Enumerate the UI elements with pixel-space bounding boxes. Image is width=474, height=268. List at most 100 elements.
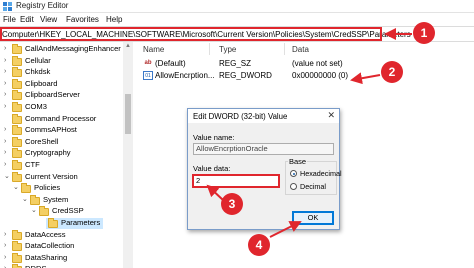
column-header-data[interactable]: Data (292, 45, 309, 54)
chevron-down-icon[interactable]: ⌄ (22, 196, 28, 204)
folder-icon (21, 183, 31, 194)
chevron-down-icon[interactable]: ⌄ (31, 207, 37, 215)
value-name: (Default) (155, 59, 186, 68)
title-bar: Registry Editor (0, 0, 474, 13)
tree-item[interactable]: › DataSharing (0, 252, 123, 264)
hexadecimal-label[interactable]: Hexadecimal (300, 169, 342, 178)
tree-item-label: Parameters (61, 218, 101, 227)
tree-item[interactable]: › Clipboard (0, 78, 123, 90)
tree-item[interactable]: › DataAccess (0, 229, 123, 241)
chevron-right-icon[interactable]: › (4, 231, 10, 239)
tree-item-label: CallAndMessagingEnhancer (25, 44, 121, 53)
menu-view[interactable]: View (40, 15, 57, 24)
folder-icon (12, 90, 22, 101)
chevron-right-icon[interactable]: › (4, 149, 10, 157)
chevron-right-icon[interactable]: › (4, 242, 10, 250)
decimal-radio[interactable] (290, 183, 297, 190)
folder-icon (12, 148, 22, 159)
tree-item[interactable]: Parameters (0, 218, 123, 229)
tree-item[interactable]: › Chkdsk (0, 67, 123, 78)
tree-item[interactable]: Command Processor (0, 113, 123, 125)
hexadecimal-radio[interactable] (290, 170, 297, 177)
tree-item-label: DataSharing (25, 252, 68, 262)
column-divider[interactable] (209, 43, 210, 55)
close-icon[interactable]: ✕ (327, 110, 335, 121)
address-highlight-box (0, 27, 382, 41)
tree-item[interactable]: › Cryptography (0, 148, 123, 159)
dialog-title: Edit DWORD (32-bit) Value (193, 112, 288, 121)
folder-icon (12, 78, 22, 89)
folder-icon (12, 252, 22, 263)
tree-scrollbar[interactable]: ▲ (123, 42, 133, 268)
folder-icon (12, 125, 22, 136)
tree-item-label: Cellular (25, 55, 51, 65)
base-label: Base (288, 157, 308, 166)
menu-edit[interactable]: Edit (20, 15, 34, 24)
scroll-up-icon[interactable]: ▲ (125, 43, 131, 49)
tree-item[interactable]: › ClipboardServer (0, 90, 123, 101)
column-header-type[interactable]: Type (219, 45, 236, 54)
chevron-right-icon[interactable]: › (4, 138, 10, 146)
tree-item[interactable]: ⌄ Current Version (0, 171, 123, 183)
chevron-right-icon[interactable]: › (4, 68, 10, 76)
folder-icon (12, 171, 22, 182)
folder-icon (12, 44, 22, 54)
ok-button[interactable]: OK (292, 211, 334, 225)
tree-item-label: ClipboardServer (25, 90, 80, 100)
value-type: REG_SZ (219, 59, 252, 68)
chevron-right-icon[interactable]: › (4, 103, 10, 111)
key-tree[interactable]: › CallAndMessagingEnhancer › Cellular › Chkds… (0, 42, 133, 268)
tree-item[interactable]: ⌄ Policies (0, 183, 123, 194)
tree-item-label: CredSSP (52, 206, 84, 216)
value-type: REG_DWORD (219, 71, 272, 80)
chevron-right-icon[interactable]: › (4, 126, 10, 134)
folder-icon (12, 102, 22, 112)
column-divider[interactable] (284, 43, 285, 55)
tree-item[interactable]: › Cellular (0, 55, 123, 67)
chevron-right-icon[interactable]: › (4, 45, 10, 53)
chevron-right-icon[interactable]: › (4, 80, 10, 88)
tree-item-label: Clipboard (25, 78, 58, 88)
tree-item-label: COM3 (25, 102, 47, 111)
chevron-right-icon[interactable]: › (4, 161, 10, 169)
menu-bar: File Edit View Favorites Help (0, 13, 474, 26)
tree-item[interactable]: ⌄ System (0, 194, 123, 206)
folder-icon (12, 136, 22, 147)
tree-item[interactable]: › DataCollection (0, 241, 123, 252)
value-name-label: Value name: (193, 133, 235, 142)
tree-item-label: CommsAPHost (25, 125, 77, 135)
chevron-down-icon[interactable]: ⌄ (4, 173, 10, 181)
tree-item-label: Chkdsk (25, 67, 51, 77)
tree-item-label: CTF (25, 160, 40, 169)
folder-icon (12, 67, 22, 78)
menu-favorites[interactable]: Favorites (66, 15, 99, 24)
menu-file[interactable]: File (3, 15, 16, 24)
folder-icon (12, 113, 22, 124)
tree-item[interactable]: › CoreShell (0, 136, 123, 148)
folder-icon (12, 160, 22, 170)
value-data: 0x00000000 (0) (292, 71, 349, 80)
edit-dword-dialog: Edit DWORD (32-bit) Value ✕ Value name: … (187, 108, 342, 230)
menu-help[interactable]: Help (106, 15, 122, 24)
tree-item[interactable]: ›DDDS (0, 264, 123, 268)
chevron-right-icon[interactable]: › (4, 57, 10, 65)
folder-icon (30, 194, 40, 205)
decimal-label[interactable]: Decimal (300, 182, 326, 191)
tree-scroll-thumb[interactable] (125, 94, 131, 134)
registry-editor-icon (3, 2, 12, 11)
tree-item[interactable]: › CTF (0, 160, 123, 171)
chevron-right-icon[interactable]: › (4, 91, 10, 99)
tree-item[interactable]: › CommsAPHost (0, 125, 123, 136)
column-header-name[interactable]: Name (143, 45, 164, 54)
tree-item[interactable]: ⌄ CredSSP (0, 206, 123, 217)
tree-item[interactable]: › CallAndMessagingEnhancer (0, 44, 123, 55)
chevron-right-icon[interactable]: › (4, 254, 10, 262)
dialog-title-bar[interactable]: Edit DWORD (32-bit) Value ✕ (188, 109, 339, 123)
tree-item-label: Command Processor (25, 113, 97, 123)
chevron-down-icon[interactable]: ⌄ (13, 184, 19, 192)
string-value-icon: ab (144, 60, 152, 66)
tree-item-label: System (43, 194, 69, 204)
tree-item[interactable]: › COM3 (0, 102, 123, 113)
folder-icon (12, 241, 22, 252)
value-name: AllowEncrption... (155, 71, 215, 80)
